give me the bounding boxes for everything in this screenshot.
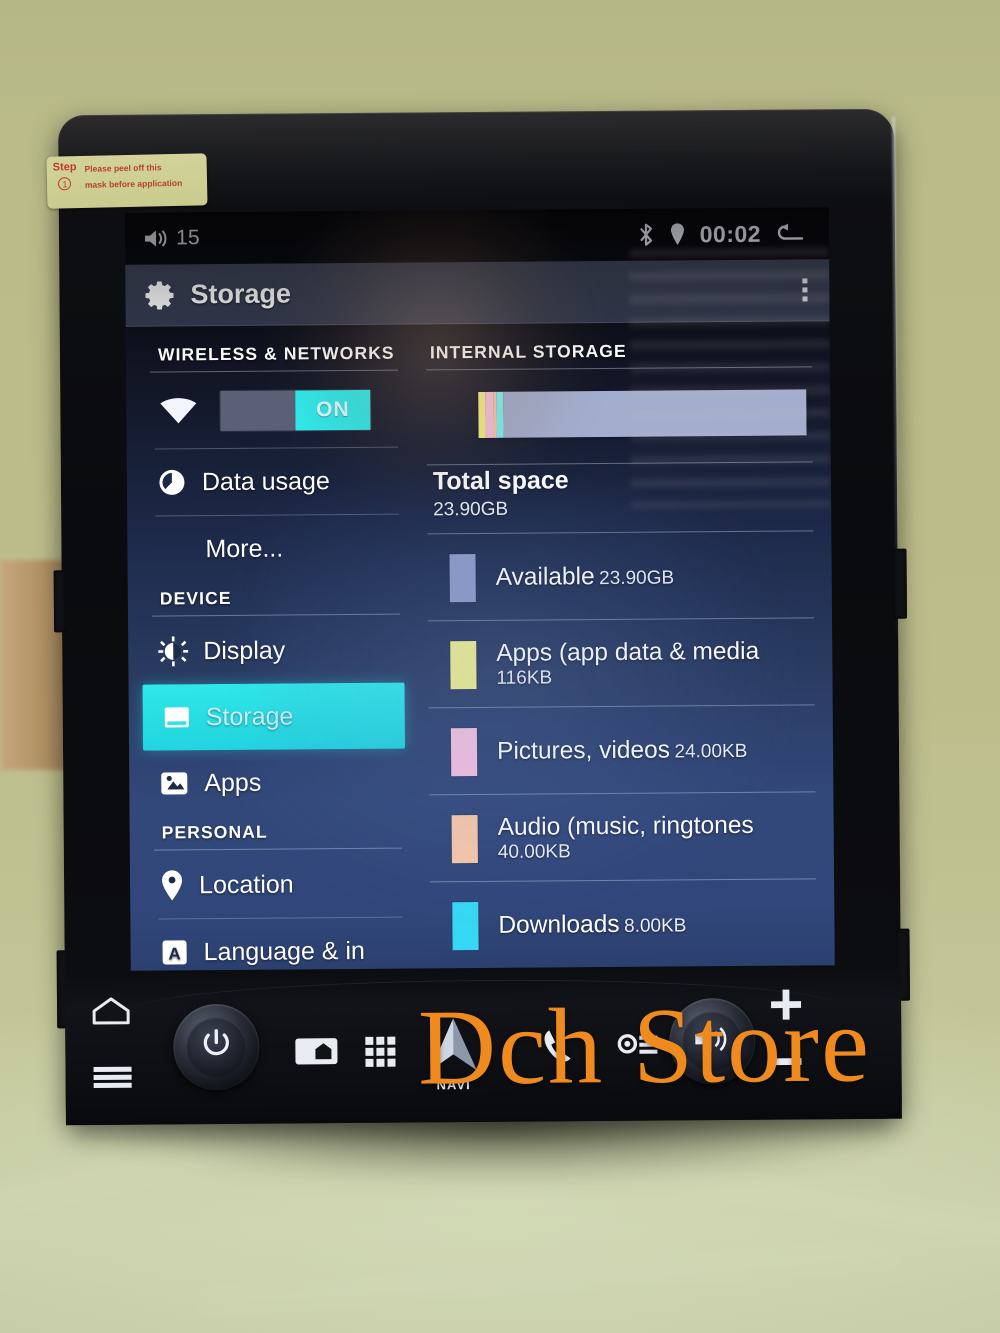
storage-category-pictures[interactable]: Pictures, videos 24.00KB [429,707,816,794]
power-knob[interactable] [173,1003,260,1091]
color-swatch [451,815,478,864]
gear-icon [143,278,177,312]
sticker-step-label: Step [52,161,77,174]
sticker-step-number: 1 [58,176,72,191]
category-label: Apps (app data & media [496,637,760,667]
color-swatch [452,902,479,951]
sidebar-item-label: More... [205,534,284,563]
total-space-label: Total space [432,466,569,496]
mounting-tab [893,548,908,619]
color-swatch [449,554,476,603]
apps-icon [159,768,189,798]
storage-detail-panel: INTERNAL STORAGE Total space 23.90GB Ava… [412,321,835,968]
wifi-toggle[interactable]: ON [220,389,371,432]
location-pin-icon [669,222,686,246]
category-value: 24.00KB [674,740,748,763]
sidebar-item-wifi[interactable]: ON [144,373,399,449]
sticker-line-2: mask before application [84,177,183,190]
sidebar-item-apps[interactable]: Apps [147,749,402,817]
sidebar-section-header-wireless: WIRELESS & NETWORKS [157,342,395,365]
wifi-toggle-off-side [220,390,296,432]
sidebar-item-label: Language & in [203,936,365,966]
bluetooth-icon [637,223,655,247]
category-value: 8.00KB [624,915,687,937]
clock: 00:02 [699,220,762,247]
storage-category-audio[interactable]: Audio (music, ringtones 40.00KB [429,794,816,881]
svg-text:A: A [168,944,180,963]
color-swatch [450,641,477,690]
product-photo: 15 00:02 Storage WIRELESS & NETWORKS ON … [0,0,1000,1333]
cloth-fold [200,1245,900,1311]
grid-icon[interactable] [363,1035,397,1074]
sidebar-section-header-personal: PERSONAL [161,821,268,843]
sidebar-item-language[interactable]: A Language & in [148,918,403,971]
volume-level: 15 [175,226,201,250]
internal-storage-header: INTERNAL STORAGE [429,340,627,363]
status-bar: 15 00:02 [125,207,829,265]
wifi-toggle-on-label: ON [295,389,371,431]
power-icon [197,1025,235,1068]
page-title: Storage [190,278,292,310]
wifi-icon [158,396,198,426]
sidebar-item-location[interactable]: Location [148,851,403,919]
storage-category-downloads[interactable]: Downloads 8.00KB [430,881,817,968]
storage-category-available[interactable]: Available 23.90GB [427,533,814,620]
menu-icon[interactable] [92,1065,134,1096]
storage-category-apps[interactable]: Apps (app data & media 116KB [428,620,815,707]
sidebar-item-display[interactable]: Display [146,617,401,685]
back-arrow-icon[interactable] [775,223,805,243]
total-space-block: Total space 23.90GB [427,464,813,521]
sidebar-item-label: Location [198,869,294,899]
sidebar-item-storage[interactable]: Storage [142,682,406,751]
touchscreen-display[interactable]: 15 00:02 Storage WIRELESS & NETWORKS ON … [124,207,835,971]
sidebar-item-label: Data usage [201,466,330,496]
total-space-value: 23.90GB [433,498,509,521]
settings-sidebar: WIRELESS & NETWORKS ON Data usage More..… [126,325,417,971]
store-watermark: Dch Store [417,985,872,1108]
sidebar-item-more[interactable]: More... [145,515,400,583]
home-icon[interactable] [89,995,133,1032]
storage-segment-pictures [484,391,494,438]
settings-body: WIRELESS & NETWORKS ON Data usage More..… [126,321,835,971]
color-swatch [450,728,478,777]
overflow-menu-icon[interactable] [802,278,808,302]
category-value: 40.00KB [497,841,571,863]
peel-off-sticker: Step 1 Please peel off this mask before … [46,153,208,209]
car-head-unit-device: 15 00:02 Storage WIRELESS & NETWORKS ON … [53,108,911,1126]
data-usage-icon [157,467,187,497]
sidebar-item-label: Display [203,636,286,665]
location-pin-icon [160,869,184,901]
sticker-line-1: Please peel off this [84,162,162,174]
brightness-icon [158,636,189,667]
storage-usage-bar [478,389,807,439]
category-label: Pictures, videos [496,736,671,765]
screen-home-icon[interactable] [293,1033,339,1072]
mounting-tab [53,570,67,633]
category-value: 116KB [496,667,553,689]
sidebar-item-label: Storage [205,701,294,731]
category-value: 23.90GB [599,567,675,590]
category-label: Downloads [498,910,620,939]
action-bar: Storage [125,259,830,327]
category-label: Audio (music, ringtones [497,811,754,841]
sidebar-item-data-usage[interactable]: Data usage [145,448,400,516]
sidebar-item-label: Apps [204,768,262,797]
storage-icon [163,703,191,731]
language-icon: A [161,938,189,966]
sidebar-section-header-device: DEVICE [159,587,232,609]
storage-segment-available [503,389,807,438]
volume-icon [143,228,169,248]
category-label: Available [495,563,595,591]
